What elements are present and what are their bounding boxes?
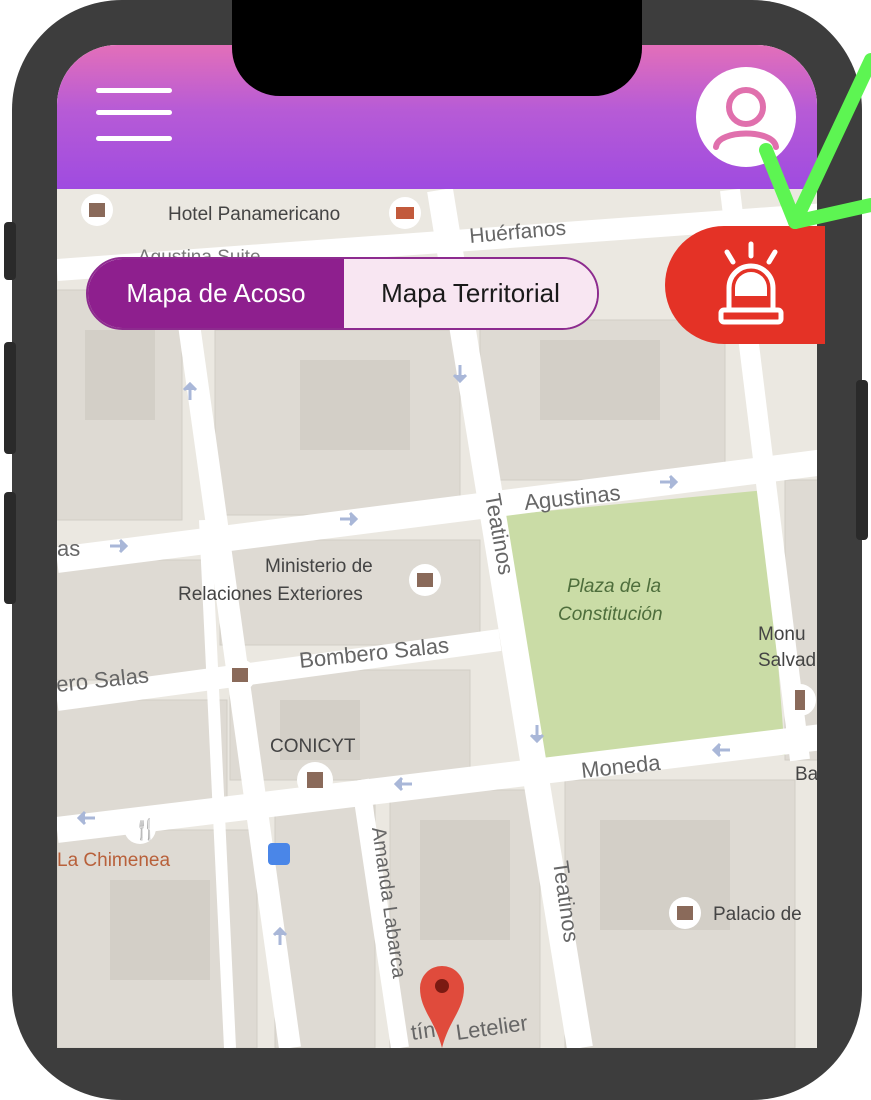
phone-power-button [856, 380, 868, 540]
map-label-palacio: Palacio de [713, 904, 802, 925]
map-label-ba: Ba [795, 764, 817, 785]
map-label-plaza-2: Constitución [558, 604, 663, 625]
phone-side-button [4, 222, 16, 280]
phone-volume-down-button [4, 492, 16, 604]
map-label-conicyt: CONICYT [270, 736, 356, 757]
map-type-toggle: Mapa de Acoso Mapa Territorial [86, 257, 599, 330]
map-label-chimenea: La Chimenea [57, 850, 170, 871]
alarm-siren-icon [718, 241, 784, 325]
map-label-hotel: Hotel Panamericano [168, 204, 340, 225]
map-label-monumento-1: Monu [758, 624, 806, 645]
street-agustinas-partial: as [57, 536, 80, 561]
svg-text:🍴: 🍴 [133, 817, 158, 841]
street-letelier-prefix: tín [409, 1017, 437, 1045]
map-label-plaza-1: Plaza de la [567, 576, 661, 597]
phone-volume-up-button [4, 342, 16, 454]
toggle-mapa-territorial[interactable]: Mapa Territorial [344, 259, 597, 328]
phone-notch [232, 0, 642, 96]
alert-button[interactable] [665, 226, 825, 344]
map-label-monumento-2: Salvad [758, 650, 816, 671]
street-map[interactable]: 🍴 Hotel Panamericano Agustina Suite Huér… [57, 45, 817, 1048]
toggle-mapa-acoso[interactable]: Mapa de Acoso [88, 259, 344, 328]
hamburger-menu-icon[interactable] [96, 86, 174, 144]
app-screen: 🍴 Hotel Panamericano Agustina Suite Huér… [57, 45, 817, 1048]
map-label-ministerio-2: Relaciones Exteriores [178, 584, 363, 605]
map-label-ministerio-1: Ministerio de [265, 556, 373, 577]
user-profile-icon[interactable] [696, 67, 796, 167]
